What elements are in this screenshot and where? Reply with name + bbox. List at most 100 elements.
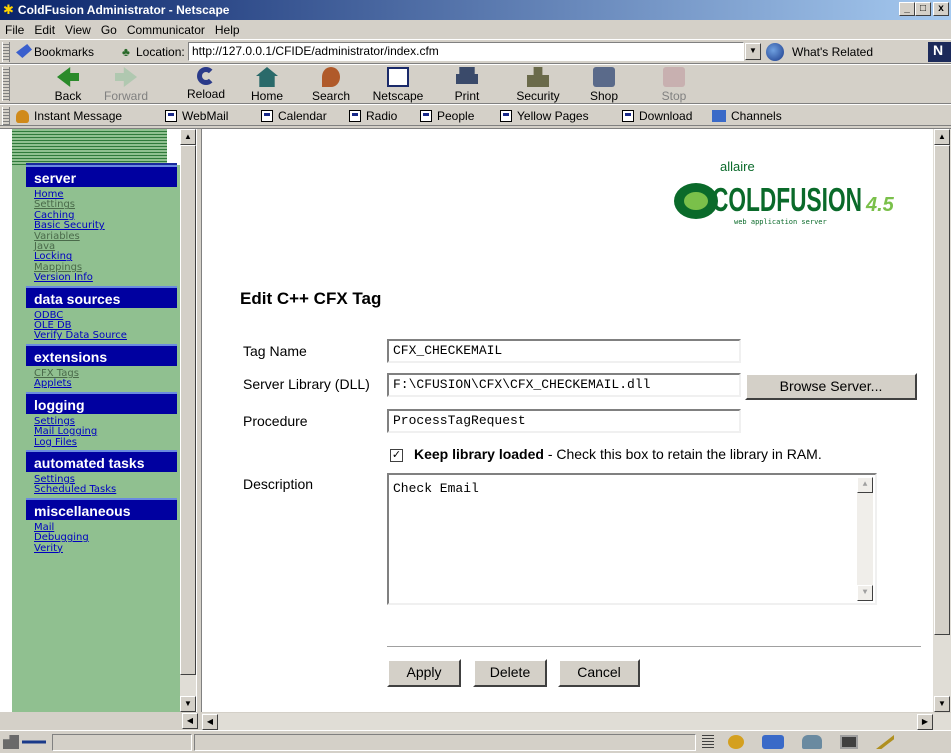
whats-related-icon[interactable] — [766, 43, 784, 61]
server-library-field[interactable]: F:\CFUSION\CFX\CFX_CHECKEMAIL.dll — [387, 373, 741, 397]
mail-icon[interactable] — [762, 735, 784, 749]
status-bar — [0, 730, 951, 753]
netscape-logo[interactable]: N — [928, 42, 951, 62]
editor-icon[interactable] — [876, 735, 894, 749]
url-input[interactable]: http://127.0.0.1/CFIDE/administrator/ind… — [188, 42, 744, 61]
scroll-down-icon[interactable]: ▼ — [934, 696, 950, 712]
channels-button[interactable]: Channels — [712, 109, 782, 123]
composer-icon[interactable] — [840, 735, 858, 749]
scroll-right-icon[interactable]: ▶ — [917, 714, 933, 730]
close-button[interactable]: x — [933, 2, 949, 16]
instant-message-icon — [16, 109, 29, 123]
search-button[interactable]: Search — [301, 67, 361, 103]
bookmark-page-icon — [500, 110, 512, 122]
scroll-thumb[interactable] — [934, 145, 950, 635]
scroll-left-icon[interactable]: ◀ — [182, 713, 198, 729]
browse-server-button[interactable]: Browse Server... — [745, 373, 917, 400]
print-button[interactable]: Print — [437, 67, 497, 103]
calendar-label: Calendar — [278, 109, 327, 123]
coldfusion-app-icon: ✱ — [3, 2, 14, 17]
nav-link-verify-data-source[interactable]: Verify Data Source — [34, 331, 177, 342]
scroll-up-icon[interactable]: ▲ — [934, 129, 950, 145]
print-icon — [456, 67, 478, 84]
minimize-button[interactable]: _ — [899, 2, 915, 16]
stop-button[interactable]: Stop — [644, 67, 704, 103]
scroll-down-icon[interactable]: ▼ — [180, 696, 196, 712]
maximize-button[interactable]: □ — [915, 2, 931, 16]
textarea-scrollbar[interactable]: ▲ ▼ — [857, 477, 873, 601]
reload-icon — [197, 67, 215, 85]
content-vertical-scrollbar[interactable]: ▲ ▼ — [933, 129, 951, 712]
section-heading: automated tasks — [26, 449, 177, 472]
download-button[interactable]: Download — [622, 109, 692, 123]
url-dropdown-button[interactable]: ▼ — [745, 43, 761, 60]
whats-related-button[interactable]: What's Related — [792, 45, 873, 59]
yellow-pages-button[interactable]: Yellow Pages — [500, 109, 589, 123]
nav-link-mail-logging[interactable]: Mail Logging — [34, 426, 177, 437]
forward-button[interactable]: Forward — [96, 67, 156, 103]
nav-link-version-info[interactable]: Version Info — [34, 272, 177, 283]
forward-label: Forward — [103, 89, 148, 103]
nav-link-applets[interactable]: Applets — [34, 378, 177, 389]
calendar-button[interactable]: Calendar — [261, 109, 327, 123]
back-label: Back — [54, 89, 82, 103]
nav-vertical-scrollbar[interactable]: ▲ ▼ — [180, 129, 196, 712]
menu-go[interactable]: Go — [96, 23, 122, 37]
nav-horizontal-scrollbar[interactable]: ◀ — [0, 712, 202, 730]
window-title: ColdFusion Administrator - Netscape — [17, 3, 230, 17]
scroll-up-icon[interactable]: ▲ — [857, 477, 873, 493]
toolbar-grip[interactable] — [2, 107, 10, 125]
netscape-icon — [387, 67, 409, 87]
apply-button[interactable]: Apply — [387, 659, 461, 687]
bookmarks-button[interactable]: Bookmarks — [34, 45, 94, 59]
navigation-toolbar: Back Forward Reload Home Search Netscape… — [0, 64, 951, 104]
radio-button[interactable]: Radio — [349, 109, 397, 123]
description-textarea[interactable]: Check Email ▲ ▼ — [387, 473, 877, 605]
toolbar-grip[interactable] — [2, 67, 10, 101]
people-button[interactable]: People — [420, 109, 474, 123]
netscape-button[interactable]: Netscape — [368, 67, 428, 103]
scroll-up-icon[interactable]: ▲ — [180, 129, 196, 145]
tag-name-field[interactable]: CFX_CHECKEMAIL — [387, 339, 741, 363]
nav-link-log-files[interactable]: Log Files — [34, 437, 177, 448]
home-button[interactable]: Home — [237, 67, 297, 103]
procedure-field[interactable]: ProcessTagRequest — [387, 409, 741, 433]
nav-link-debugging[interactable]: Debugging — [34, 532, 177, 543]
webmail-label: WebMail — [182, 109, 229, 123]
webmail-button[interactable]: WebMail — [165, 109, 228, 123]
menu-edit[interactable]: Edit — [29, 23, 60, 37]
menu-communicator[interactable]: Communicator — [122, 23, 210, 37]
menu-help[interactable]: Help — [210, 23, 245, 37]
nav-link-variables[interactable]: Variables — [34, 231, 177, 242]
home-icon — [256, 67, 278, 87]
nav-link-verity[interactable]: Verity — [34, 543, 177, 554]
menu-view[interactable]: View — [60, 23, 96, 37]
channels-icon — [712, 110, 726, 122]
instant-message-button[interactable]: Instant Message — [16, 109, 122, 123]
bookmark-page-icon — [349, 110, 361, 122]
forward-arrow-icon — [115, 67, 137, 87]
back-button[interactable]: Back — [38, 67, 98, 103]
discussion-icon[interactable] — [802, 735, 822, 749]
delete-button[interactable]: Delete — [473, 659, 547, 687]
procedure-label: Procedure — [243, 413, 308, 429]
nav-section-logging: logging Settings Mail Logging Log Files — [26, 391, 177, 450]
scroll-down-icon[interactable]: ▼ — [857, 585, 873, 601]
security-lock-icon[interactable] — [3, 735, 19, 749]
content-horizontal-scrollbar[interactable]: ◀ ▶ — [202, 712, 951, 730]
toolbar-grip[interactable] — [2, 42, 10, 62]
section-heading: data sources — [26, 285, 177, 308]
security-button[interactable]: Security — [508, 67, 568, 103]
shop-button[interactable]: Shop — [574, 67, 634, 103]
keep-library-loaded-checkbox[interactable]: ✓ — [390, 449, 403, 462]
navigator-icon[interactable] — [728, 735, 744, 749]
nav-section-server: server Home Settings Caching Basic Secur… — [26, 165, 177, 286]
scroll-thumb[interactable] — [180, 145, 196, 675]
scroll-left-icon[interactable]: ◀ — [202, 714, 218, 730]
menu-icon[interactable] — [702, 735, 714, 749]
nav-header-stripes — [12, 129, 180, 165]
reload-button[interactable]: Reload — [176, 67, 236, 101]
menu-file[interactable]: File — [0, 23, 29, 37]
cancel-button[interactable]: Cancel — [558, 659, 640, 687]
nav-link-scheduled-tasks[interactable]: Scheduled Tasks — [34, 484, 177, 495]
